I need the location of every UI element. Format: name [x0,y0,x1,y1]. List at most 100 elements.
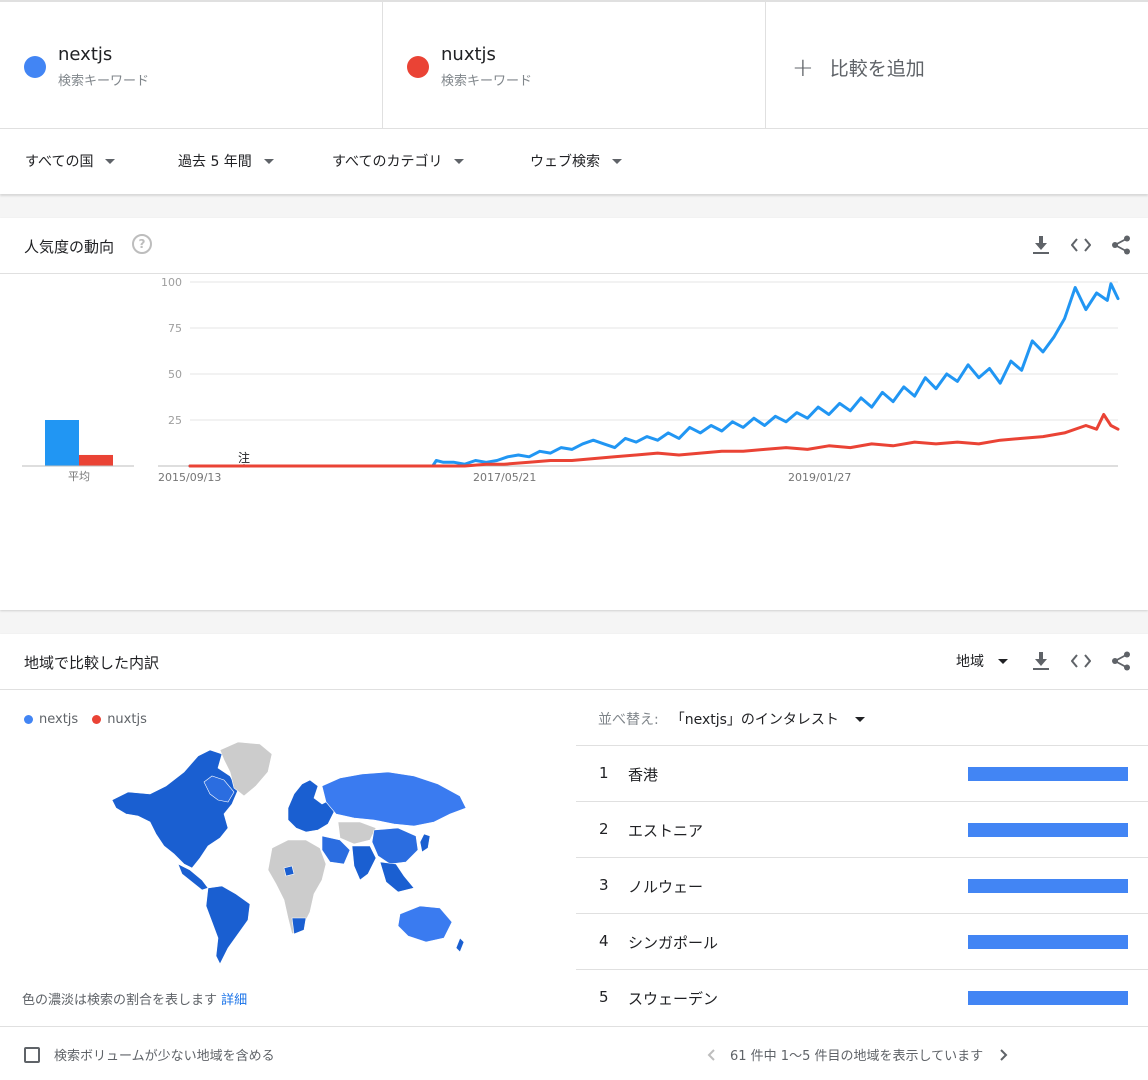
dropdown-arrow-icon [998,658,1008,664]
x-tick-label: 2019/01/27 [788,471,851,484]
note-label[interactable]: 注 [238,450,250,465]
dropdown-arrow-icon [854,716,865,722]
term-type: 検索キーワード [58,74,150,89]
term-type: 検索キーワード [441,74,533,89]
period-filter-label: 過去 5 年間 [178,154,252,170]
region-footer: 検索ボリュームが少ない地域を含める 61 件中 1～5 件目の地域を表示していま… [0,1026,1148,1080]
sort-select[interactable]: 並べ替え: 「nextjs」のインタレスト [598,709,865,729]
y-tick-label: 25 [168,414,182,427]
sort-value: 「nextjs」のインタレスト [670,712,839,728]
map-region-east-asia[interactable] [371,827,419,865]
map-region-australia[interactable] [397,905,453,943]
x-tick-label: 2015/09/13 [158,471,221,484]
term-nuxtjs[interactable]: nuxtjs 検索キーワード [383,2,766,128]
interest-bar [968,935,1128,949]
term-color-dot [407,56,429,78]
download-icon[interactable] [1030,234,1052,256]
sort-label: 並べ替え: [598,712,659,728]
map-region-southeast-asia[interactable] [379,861,415,893]
region-name: 香港 [628,766,659,784]
interest-bar-track [968,879,1128,893]
card-title: 人気度の動向 [24,238,115,256]
series-line-nextjs [188,282,1120,468]
period-filter[interactable]: 過去 5 年間 [178,151,274,171]
chevron-left-icon[interactable] [704,1048,718,1062]
map-region-south-america[interactable] [205,885,251,965]
list-item[interactable]: 3 ノルウェー [576,858,1148,914]
legend-dot [24,715,33,724]
list-item[interactable]: 1 香港 [576,746,1148,802]
x-tick-label: 2017/05/21 [473,471,536,484]
average-label: 平均 [68,470,90,483]
legend-dot [92,715,102,724]
search-type-filter-label: ウェブ検索 [530,154,600,170]
add-compare-button[interactable]: + 比較を追加 [766,2,1148,128]
rank-number: 3 [599,876,609,894]
share-icon[interactable] [1110,650,1132,672]
legend-item-nuxtjs: nuxtjs [92,712,147,727]
dropdown-arrow-icon [105,158,116,164]
interest-bar-track [968,991,1128,1005]
average-bar-nextjs [45,420,79,466]
world-map[interactable] [108,742,470,972]
help-icon[interactable]: ? [132,234,152,254]
map-region-south-africa[interactable] [291,917,307,935]
interest-bar [968,823,1128,837]
plus-icon: + [792,52,814,83]
category-filter[interactable]: すべてのカテゴリ [332,151,465,171]
search-terms-bar: nextjs 検索キーワード nuxtjs 検索キーワード + 比較を追加 [0,0,1148,128]
term-color-dot [24,56,46,78]
region-level-select[interactable]: 地域 [956,651,1008,671]
region-level-label: 地域 [956,654,984,670]
region-ranking-list: 1 香港 2 エストニア 3 ノルウェー 4 シンガポール 5 スウェーデン [576,745,1148,1026]
legend-label: nuxtjs [107,712,147,727]
map-note-link[interactable]: 詳細 [221,993,247,1008]
list-item[interactable]: 2 エストニア [576,802,1148,858]
map-note-text: 色の濃淡は検索の割合を表します [22,993,218,1008]
filter-bar: すべての国 過去 5 年間 すべてのカテゴリ ウェブ検索 [0,128,1148,194]
card-title: 地域で比較した内訳 [24,654,160,672]
interest-bar-track [968,767,1128,781]
embed-icon[interactable] [1070,234,1092,256]
share-icon[interactable] [1110,234,1132,256]
y-tick-label: 50 [168,368,182,381]
card-header: 人気度の動向 ? [0,218,1148,274]
embed-icon[interactable] [1070,650,1092,672]
term-nextjs[interactable]: nextjs 検索キーワード [0,2,383,128]
map-region-central-asia[interactable] [337,821,377,845]
card-header: 地域で比較した内訳 地域 [0,634,1148,690]
map-region-new-zealand[interactable] [455,937,465,953]
dropdown-arrow-icon [454,158,465,164]
add-compare-label: 比較を追加 [829,58,925,80]
interest-over-time-chart: 平均 25 50 75 100 2015/09/13 2017/05/21 2019/01/… [22,276,1120,484]
region-name: スウェーデン [628,990,719,1008]
dropdown-arrow-icon [612,158,622,164]
map-region-nigeria[interactable] [283,865,295,877]
region-name: ノルウェー [628,878,704,896]
low-volume-checkbox[interactable]: 検索ボリュームが少ない地域を含める [24,1045,275,1064]
y-tick-label: 75 [168,322,182,335]
rank-number: 2 [599,820,609,838]
map-region-japan[interactable] [419,833,431,853]
search-type-filter[interactable]: ウェブ検索 [530,151,622,171]
chevron-right-icon[interactable] [997,1048,1011,1062]
download-icon[interactable] [1030,650,1052,672]
y-tick-label: 100 [161,276,182,289]
rank-number: 5 [599,988,609,1006]
interest-bar [968,991,1128,1005]
checkbox-box[interactable] [24,1046,40,1063]
map-region-india[interactable] [351,845,377,881]
list-item[interactable]: 5 スウェーデン [576,970,1148,1026]
list-item[interactable]: 4 シンガポール [576,914,1148,970]
interest-bar-track [968,935,1128,949]
region-name: エストニア [628,822,704,840]
category-filter-label: すべてのカテゴリ [332,154,443,170]
map-region-russia[interactable] [321,771,467,827]
map-region-north-america[interactable] [111,749,239,869]
average-bar-nuxtjs [79,454,113,466]
map-region-central-america[interactable] [177,863,209,891]
region-breakdown-card: 地域で比較した内訳 地域 nextjs nuxtjs 色の濃淡は検索の割合を表し… [0,634,1148,1080]
country-filter[interactable]: すべての国 [25,151,116,171]
rank-number: 1 [599,764,609,782]
pagination: 61 件中 1～5 件目の地域を表示しています [704,1045,1011,1064]
